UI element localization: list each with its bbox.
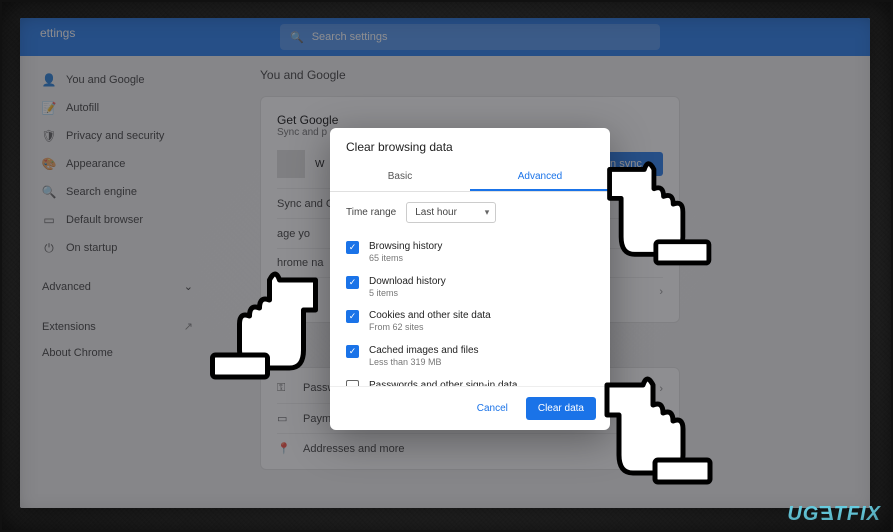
- time-range-label: Time range: [346, 207, 396, 218]
- cancel-button[interactable]: Cancel: [467, 397, 518, 420]
- checkbox-icon[interactable]: ✓: [346, 345, 359, 358]
- clear-data-button[interactable]: Clear data: [526, 397, 596, 420]
- option-download-history[interactable]: ✓Download history5 items: [342, 270, 598, 305]
- tab-advanced[interactable]: Advanced: [470, 164, 610, 191]
- checkbox-icon[interactable]: ✓: [346, 310, 359, 323]
- time-range-dropdown[interactable]: Last hour: [406, 202, 496, 223]
- option-cached-images[interactable]: ✓Cached images and filesLess than 319 MB: [342, 339, 598, 374]
- pointer-hand-icon: [185, 250, 330, 390]
- clear-browsing-data-dialog: Clear browsing data Basic Advanced Time …: [330, 128, 610, 430]
- dialog-tabs: Basic Advanced: [330, 164, 610, 192]
- tab-basic[interactable]: Basic: [330, 164, 470, 191]
- dialog-footer: Cancel Clear data: [330, 386, 610, 430]
- pointer-hand-icon: [598, 138, 733, 278]
- option-passwords[interactable]: Passwords and other sign-in dataNone: [342, 374, 598, 386]
- time-range-row: Time range Last hour: [330, 192, 610, 233]
- option-browsing-history[interactable]: ✓Browsing history65 items: [342, 235, 598, 270]
- checkbox-icon[interactable]: ✓: [346, 276, 359, 289]
- watermark-logo: UGETFIX: [787, 503, 881, 526]
- option-cookies[interactable]: ✓Cookies and other site dataFrom 62 site…: [342, 304, 598, 339]
- dialog-title: Clear browsing data: [330, 128, 610, 164]
- checkbox-icon[interactable]: ✓: [346, 241, 359, 254]
- clear-options-list: ✓Browsing history65 items ✓Download hist…: [330, 233, 610, 386]
- pointer-hand-icon: [590, 355, 740, 495]
